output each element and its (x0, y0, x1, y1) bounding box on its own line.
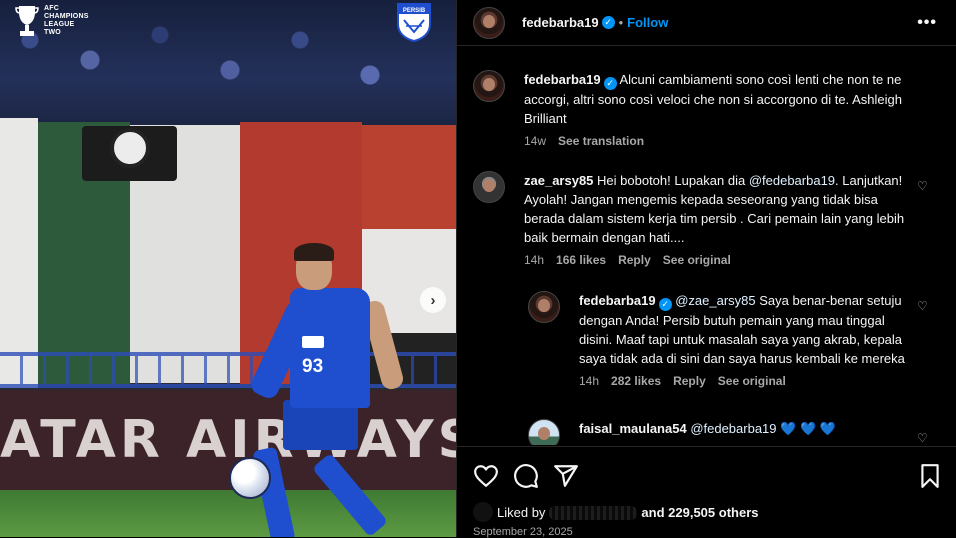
save-bookmark-icon[interactable] (917, 463, 943, 489)
verified-badge-icon: ✓ (601, 16, 615, 29)
post-header: fedebarba19 ✓ • Follow ••• (457, 0, 956, 46)
like-comment-heart-icon[interactable]: ♡ (917, 431, 929, 445)
author-username[interactable]: fedebarba19 (522, 15, 599, 30)
verified-badge-icon: ✓ (603, 77, 617, 90)
comment-mention-link[interactable]: @fedebarba19 (690, 421, 776, 436)
post-date: September 23, 2025 (473, 526, 573, 538)
like-comment-heart-icon[interactable]: ♡ (917, 299, 929, 313)
like-comment-heart-icon[interactable]: ♡ (917, 179, 929, 193)
separator-dot: • (618, 15, 624, 30)
comment-bubble-icon[interactable] (513, 463, 539, 489)
comment-time: 14h (524, 253, 545, 267)
caption-time: 14w (524, 134, 547, 148)
comment-likes-count[interactable]: 166 likes (556, 253, 606, 267)
follow-button[interactable]: Follow (627, 15, 668, 30)
reply-author-avatar[interactable] (528, 291, 560, 323)
instagram-post-modal: ATAR AIRWAYS 93 AFC CHAMPIONS LEAGUE TWO… (0, 0, 956, 538)
see-original-button[interactable]: See original (718, 374, 786, 388)
reply-time: 14h (579, 374, 600, 388)
caption-username[interactable]: fedebarba19 (524, 72, 601, 87)
commenter-avatar[interactable] (473, 171, 505, 203)
ad-board-text: ATAR AIRWAYS (0, 410, 456, 470)
comment-text: 💙 💙 💙 (776, 421, 836, 436)
reply-likes-count[interactable]: 282 likes (611, 374, 661, 388)
likes-count[interactable]: and 229,505 others (641, 505, 758, 520)
post-actions-bar: Liked by and 229,505 others September 23… (457, 446, 956, 538)
reply-button[interactable]: Reply (618, 253, 651, 267)
comment-username[interactable]: zae_arsy85 (524, 173, 593, 188)
acl-logo-text: AFC CHAMPIONS LEAGUE TWO (44, 5, 89, 36)
pitch (0, 490, 456, 537)
commenter-avatar[interactable] (528, 419, 560, 445)
comment-username[interactable]: faisal_maulana54 (579, 421, 687, 436)
reply-mention-link[interactable]: @zae_arsy85 (675, 293, 755, 308)
liked-by-label: Liked by (497, 505, 546, 520)
football (229, 457, 271, 499)
see-translation-button[interactable]: See translation (558, 134, 644, 148)
see-original-button[interactable]: See original (663, 253, 731, 267)
liker-avatar[interactable] (473, 502, 493, 522)
more-options-icon[interactable]: ••• (917, 14, 937, 32)
reply-button[interactable]: Reply (673, 374, 706, 388)
post-side-panel: fedebarba19 ✓ • Follow ••• fedebarba19 ✓ … (456, 0, 956, 538)
author-avatar[interactable] (473, 7, 505, 39)
next-photo-button[interactable]: › (420, 287, 446, 313)
redacted-username (549, 505, 638, 520)
comment-text: Hei bobotoh! Lupakan dia (597, 173, 749, 188)
likes-summary[interactable]: Liked by and 229,505 others (497, 505, 758, 520)
caption-author-avatar[interactable] (473, 70, 505, 102)
reply-username[interactable]: fedebarba19 (579, 293, 656, 308)
post-photo[interactable]: ATAR AIRWAYS 93 AFC CHAMPIONS LEAGUE TWO… (0, 0, 456, 537)
share-send-icon[interactable] (553, 463, 579, 489)
persib-text: PERSIB (403, 8, 426, 14)
jersey-number: 93 (302, 356, 324, 377)
verified-badge-icon: ✓ (658, 298, 672, 311)
trophy-icon (15, 6, 39, 36)
comments-list[interactable]: fedebarba19 ✓ Alcuni cambiamenti sono cos… (457, 47, 956, 445)
like-heart-icon[interactable] (473, 463, 499, 489)
player-jersey (290, 288, 370, 408)
comment-mention-link[interactable]: @fedebarba19 (749, 173, 835, 188)
persib-crest-icon: PERSIB (397, 3, 431, 42)
afc-champions-league-two-logo: AFC CHAMPIONS LEAGUE TWO (14, 4, 89, 38)
